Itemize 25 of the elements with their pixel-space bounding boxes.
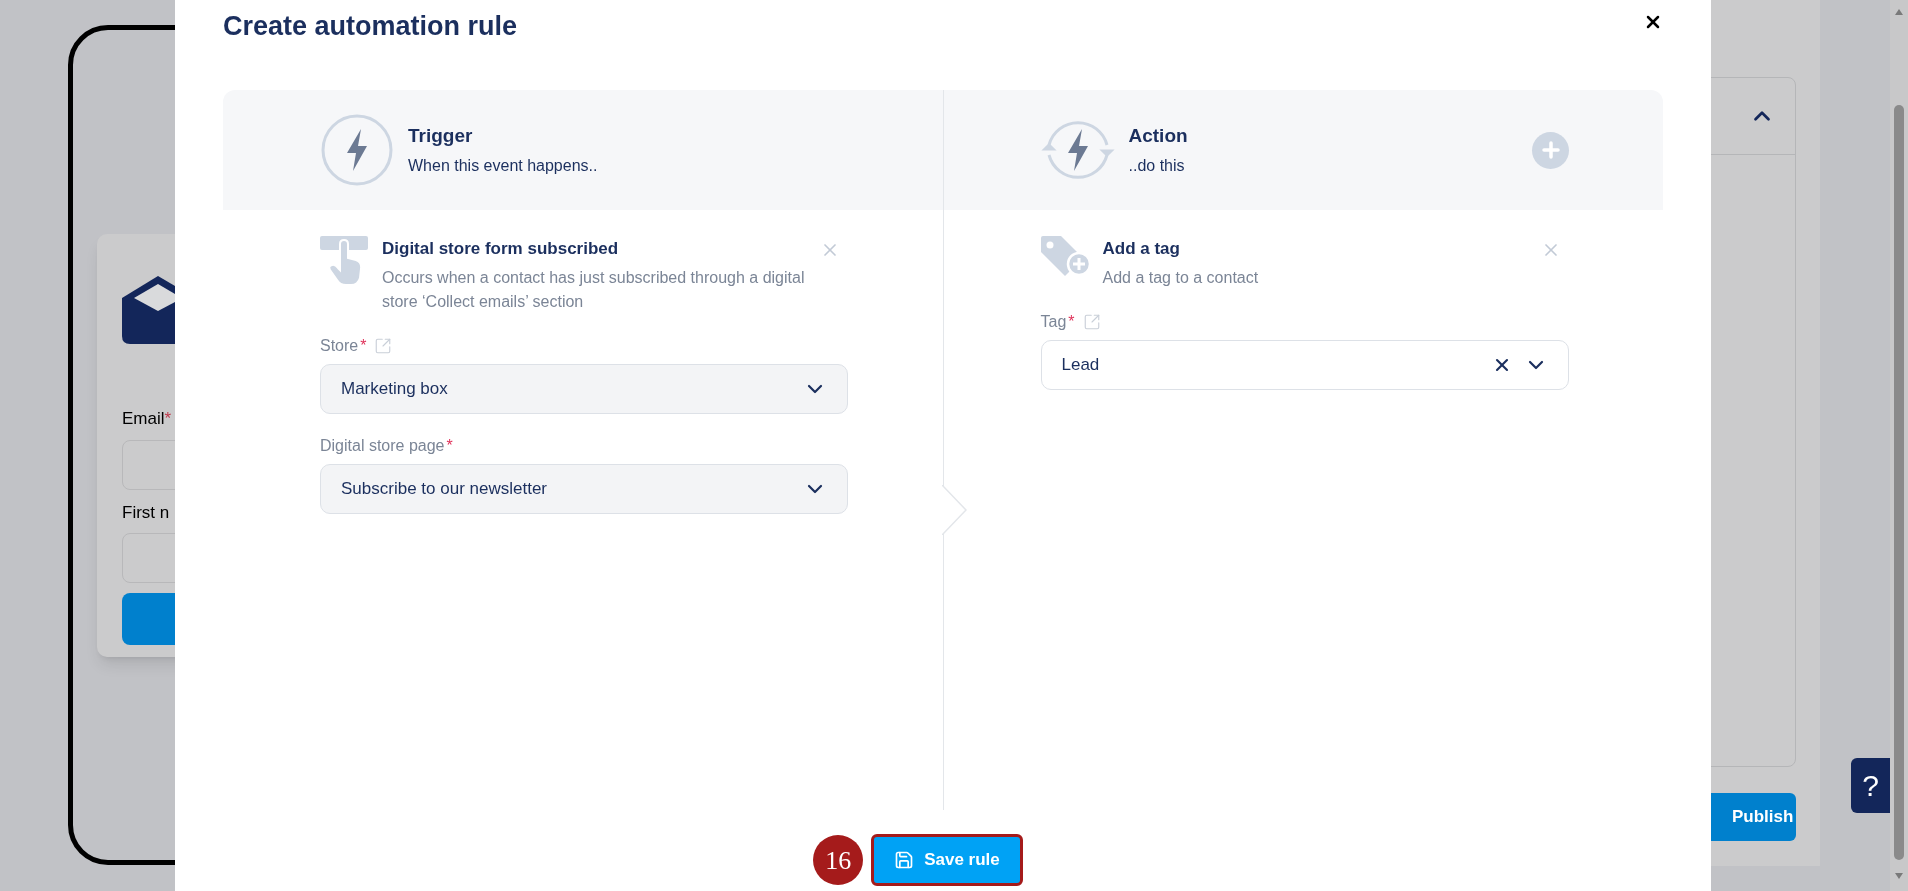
- help-button[interactable]: ?: [1851, 758, 1890, 813]
- form-label: Email*: [122, 408, 173, 430]
- select-field[interactable]: Subscribe to our newsletter: [320, 463, 848, 514]
- field-label: Tag*: [1040, 311, 1075, 332]
- modal-title: Create automation rule: [223, 10, 518, 43]
- step-subtitle: When this event happens..: [408, 156, 599, 177]
- save-icon: [894, 850, 915, 870]
- select-field[interactable]: Marketing box: [320, 363, 848, 414]
- form-label: First n: [122, 501, 171, 524]
- publish-button[interactable]: Publish: [1710, 793, 1796, 841]
- field-label: Store*: [320, 335, 367, 356]
- envelope-icon: [122, 276, 175, 344]
- step-title: Trigger: [408, 123, 474, 148]
- step-title: Action: [1128, 123, 1189, 148]
- step-badge: 16: [813, 835, 864, 885]
- scrollbar[interactable]: [1890, 0, 1908, 891]
- select-field[interactable]: Lead: [1040, 339, 1569, 390]
- item-title: Add a tag: [1102, 238, 1181, 260]
- bolt-icon: [320, 113, 394, 187]
- item-title: Digital store form subscribed: [382, 238, 620, 260]
- item-description: Add a tag to a contact: [1102, 267, 1260, 288]
- field-label: Digital store page*: [320, 435, 453, 456]
- hand-click-icon: [320, 236, 368, 286]
- item-description: Occurs when a contact has just subscribed through a digital store ‘Collect emails’ section: [382, 267, 806, 312]
- step-subtitle: ..do this: [1128, 156, 1186, 177]
